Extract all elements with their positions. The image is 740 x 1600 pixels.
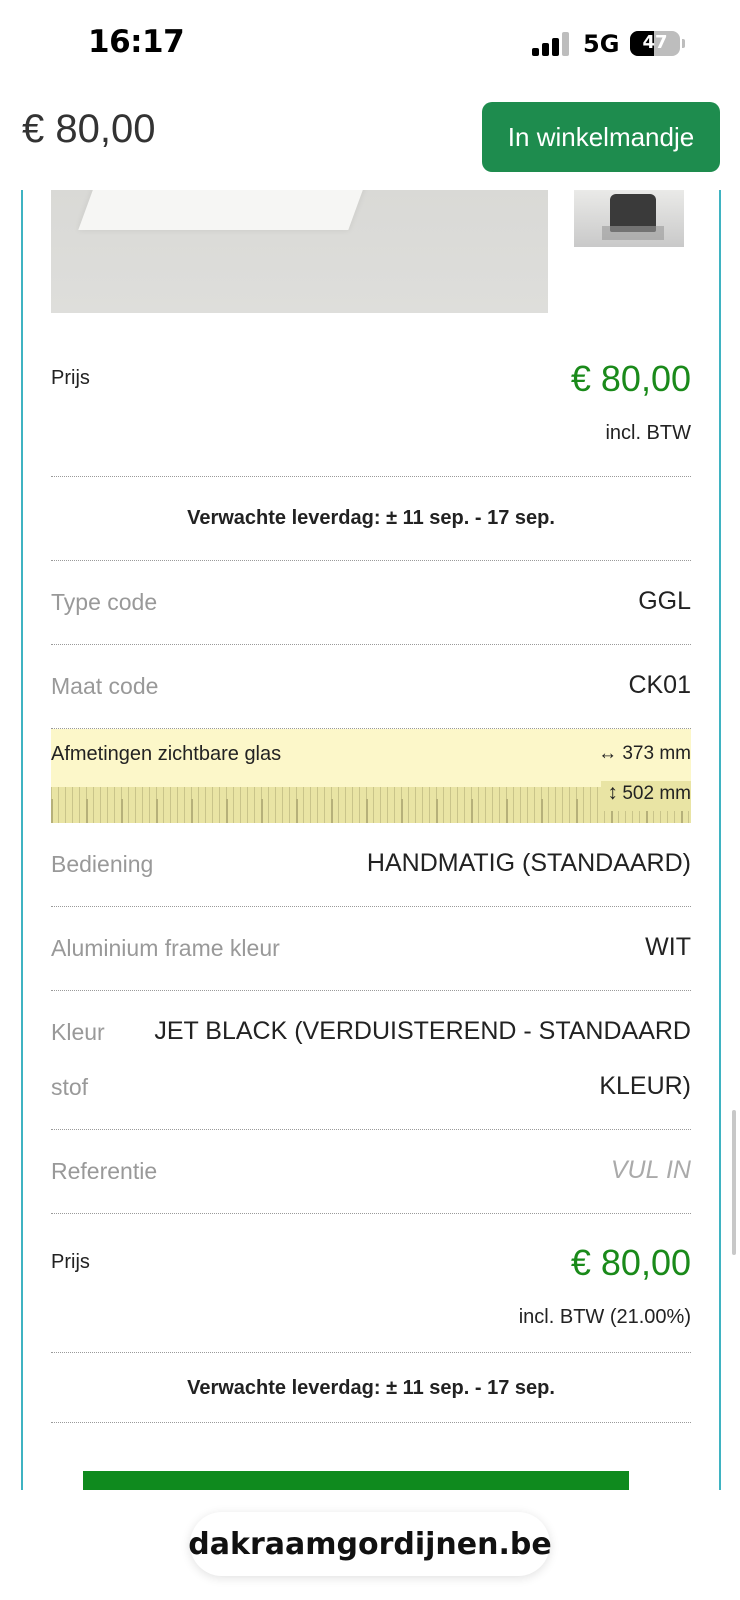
dimensions-label: Afmetingen zichtbare glas	[51, 743, 282, 765]
browser-bottom-bar: dakraamgordijnen.be	[0, 1490, 740, 1600]
kleur-stof-label-line2: stof	[51, 1074, 89, 1100]
maat-code-row[interactable]: Maat code CK01	[51, 645, 691, 729]
scroll-indicator	[732, 1110, 736, 1255]
address-bar[interactable]: dakraamgordijnen.be	[188, 1512, 552, 1576]
order-button[interactable]	[83, 1471, 629, 1490]
delivery-text-2: Verwachte leverdag: ± 11 sep. - 17 sep.	[187, 1377, 555, 1399]
ruler-graphic	[51, 787, 691, 823]
total-price-label: Prijs	[51, 1251, 90, 1273]
referentie-input[interactable]: VUL IN	[611, 1156, 691, 1185]
product-options: Prijs € 80,00 incl. BTW Verwachte leverd…	[51, 330, 691, 1423]
maat-code-value: CK01	[628, 671, 691, 699]
dimension-width: ↔ 373 mm	[598, 743, 691, 765]
price-label: Prijs	[51, 367, 90, 389]
add-to-cart-button[interactable]: In winkelmandje	[482, 102, 720, 172]
vat-note: incl. BTW	[605, 422, 691, 444]
frame-kleur-value: WIT	[645, 933, 691, 961]
cellular-signal-icon	[532, 32, 572, 56]
delivery-row: Verwachte leverdag: ± 11 sep. - 17 sep.	[51, 477, 691, 561]
dimension-height-value: 502 mm	[622, 783, 691, 804]
kleur-stof-row[interactable]: Kleur stof JET BLACK (VERDUISTEREND - ST…	[51, 991, 691, 1130]
status-time: 16:17	[88, 24, 185, 60]
delivery-row-2: Verwachte leverdag: ± 11 sep. - 17 sep.	[51, 1353, 691, 1423]
battery-tip	[682, 39, 685, 48]
maat-code-label: Maat code	[51, 673, 159, 699]
horizontal-arrows-icon: ↔	[598, 743, 618, 764]
vertical-arrows-icon: ↕	[607, 781, 618, 804]
total-price-value: € 80,00	[570, 1242, 691, 1283]
bediening-value: HANDMATIG (STANDAARD)	[366, 849, 691, 877]
type-code-label: Type code	[51, 589, 158, 615]
battery-icon: 47	[630, 31, 680, 56]
price-row: Prijs € 80,00 incl. BTW	[51, 330, 691, 477]
bediening-row[interactable]: Bediening HANDMATIG (STANDAARD)	[51, 823, 691, 907]
header-price: € 80,00	[22, 107, 156, 151]
kleur-stof-value-line1: JET BLACK (VERDUISTEREND - STANDAARD	[154, 1017, 691, 1045]
referentie-label: Referentie	[51, 1158, 158, 1184]
product-main-image[interactable]	[51, 190, 548, 313]
price-value: € 80,00	[570, 358, 691, 399]
dimension-width-value: 373 mm	[622, 743, 691, 764]
kleur-stof-value-line2: KLEUR)	[599, 1072, 691, 1100]
total-price-row: Prijs € 80,00 incl. BTW (21.00%)	[51, 1214, 691, 1353]
product-panel: Prijs € 80,00 incl. BTW Verwachte leverd…	[21, 190, 721, 1490]
battery-percentage: 47	[642, 32, 668, 53]
frame-kleur-label: Aluminium frame kleur	[51, 935, 280, 961]
referentie-row[interactable]: Referentie VUL IN	[51, 1130, 691, 1214]
sticky-cart-header: € 80,00 In winkelmandje	[0, 90, 740, 190]
skylight-shape	[78, 190, 374, 230]
dimension-height: ↕ 502 mm	[601, 781, 691, 811]
network-type: 5G	[583, 30, 620, 58]
dimensions-row: Afmetingen zichtbare glas ↔ 373 mm ↕ 502…	[51, 729, 691, 823]
total-vat-note: incl. BTW (21.00%)	[518, 1306, 691, 1328]
frame-kleur-row[interactable]: Aluminium frame kleur WIT	[51, 907, 691, 991]
kleur-stof-label-line1: Kleur	[51, 1019, 105, 1045]
rug-shape	[602, 226, 664, 240]
type-code-value: GGL	[638, 587, 691, 615]
product-thumbnail[interactable]	[574, 190, 684, 247]
type-code-row[interactable]: Type code GGL	[51, 561, 691, 645]
status-bar: 16:17 5G 47	[0, 0, 740, 90]
bediening-label: Bediening	[51, 851, 154, 877]
delivery-text: Verwachte leverdag: ± 11 sep. - 17 sep.	[187, 507, 555, 529]
